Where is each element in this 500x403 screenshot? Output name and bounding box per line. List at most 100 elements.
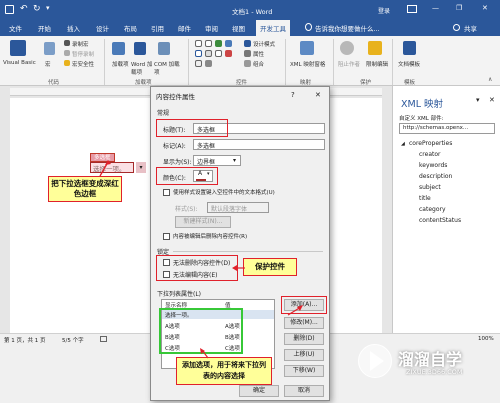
tab-insert[interactable]: 插入 <box>67 23 80 33</box>
watermark-brand: 溜溜自学 <box>398 350 463 369</box>
move-down-button[interactable]: 下移(W) <box>284 365 324 377</box>
combo-box-control-icon[interactable] <box>205 50 212 57</box>
tree-node[interactable]: subject <box>419 184 441 191</box>
word-addins-icon <box>134 42 146 55</box>
move-up-button[interactable]: 上移(U) <box>284 349 324 361</box>
group-separator <box>392 39 393 85</box>
dropdown-control-icon[interactable] <box>215 50 222 57</box>
tree-expand-icon[interactable]: ◢ <box>401 141 405 147</box>
modify-button[interactable]: 修改(M)... <box>284 317 324 329</box>
page-count[interactable]: 第 1 页，共 1 页 <box>4 336 46 344</box>
properties-button[interactable]: 属性 <box>253 50 264 58</box>
title-bar: ↶ ↻ ▾ 文档1 - Word 登录 — ❐ ✕ <box>0 0 500 20</box>
dialog-title: 内容控件属性 <box>156 93 195 101</box>
new-style-button[interactable]: 新建样式(N)... <box>175 216 231 228</box>
tree-node[interactable]: description <box>419 173 452 180</box>
section-list-heading: 下拉列表属性(L) <box>157 291 202 298</box>
sign-in-link[interactable]: 登录 <box>378 6 390 15</box>
tab-home[interactable]: 开始 <box>38 23 51 33</box>
tab-view[interactable]: 视图 <box>232 23 245 33</box>
properties-icon <box>244 50 251 57</box>
dialog-help-button[interactable]: ? <box>291 91 295 99</box>
visual-basic-button[interactable]: Visual Basic <box>3 60 36 66</box>
com-addins-button[interactable]: COM 加载项 <box>154 60 182 76</box>
word-addins-button[interactable]: Word 加载项 <box>131 60 153 76</box>
close-button[interactable]: ✕ <box>482 4 488 12</box>
ribbon-options-icon[interactable] <box>407 5 417 13</box>
tree-root[interactable]: coreProperties <box>409 140 452 147</box>
customize-qat-icon[interactable]: ▾ <box>46 4 50 12</box>
delete-button[interactable]: 删除(D) <box>284 333 324 345</box>
tree-node[interactable]: title <box>419 195 431 202</box>
word-count[interactable]: 5/5 个字 <box>62 336 84 344</box>
restrict-editing-button[interactable]: 限制编辑 <box>366 60 388 68</box>
group-separator <box>285 39 286 85</box>
dialog-close-button[interactable]: ✕ <box>315 91 321 99</box>
date-picker-icon[interactable] <box>225 50 232 57</box>
tab-design[interactable]: 设计 <box>96 23 109 33</box>
redo-icon[interactable]: ↻ <box>33 4 41 14</box>
annotation-arrow <box>232 265 245 271</box>
style-select[interactable]: 默认段落字体 <box>207 202 269 213</box>
warning-icon <box>64 60 70 66</box>
dropdown-arrow-icon[interactable]: ▾ <box>136 162 146 173</box>
tab-layout[interactable]: 布局 <box>124 23 137 33</box>
macros-button[interactable]: 宏 <box>45 60 51 68</box>
document-template-button[interactable]: 文档模板 <box>398 60 420 68</box>
undo-icon[interactable]: ↶ <box>20 4 28 14</box>
remove-when-edited-checkbox[interactable] <box>163 233 170 240</box>
annotation-red-border: 把下拉选框变成深红色边框 <box>48 176 122 202</box>
pause-macro-button[interactable]: 暂停录制 <box>72 50 94 58</box>
tag-input[interactable]: 多选框 <box>193 139 325 150</box>
content-control-properties-dialog: 内容控件属性 ? ✕ 常规 标题(T): 多选框 标记(A): 多选框 显示为(… <box>150 86 330 401</box>
macros-icon <box>44 42 55 55</box>
style-label: 样式(S): <box>175 206 198 213</box>
watermark-play-icon <box>370 351 384 371</box>
xml-pane-options-icon[interactable]: ▾ <box>476 96 480 104</box>
design-mode-button[interactable]: 设计模式 <box>253 40 275 48</box>
tab-file[interactable]: 文件 <box>9 23 22 33</box>
xml-pane-title: XML 映射 <box>401 99 444 110</box>
macro-security-button[interactable]: 宏安全性 <box>72 60 94 68</box>
tab-references[interactable]: 引用 <box>151 23 164 33</box>
cancel-button[interactable]: 取消 <box>284 385 324 397</box>
xml-mapping-pane: XML 映射 ▾ ✕ 自定义 XML 部件: http://schemas.op… <box>392 86 500 333</box>
custom-part-select[interactable]: http://schemas.openx... <box>399 123 495 134</box>
xml-pane-close-icon[interactable]: ✕ <box>489 96 495 104</box>
text-control-icon[interactable] <box>195 40 202 47</box>
group-button[interactable]: 组合 <box>253 60 264 68</box>
restrict-editing-icon <box>368 41 382 55</box>
record-macro-button[interactable]: 录制宏 <box>72 40 89 48</box>
addins-button[interactable]: 加载项 <box>112 60 129 68</box>
use-style-checkbox[interactable] <box>163 189 170 196</box>
checkbox-control-icon[interactable] <box>195 50 202 57</box>
tree-node[interactable]: creator <box>419 151 441 158</box>
xml-mapping-button[interactable]: XML 映射窗格 <box>290 60 325 68</box>
group-mapping-label: 映射 <box>300 80 312 86</box>
minimize-button[interactable]: — <box>432 4 439 12</box>
building-block-icon[interactable] <box>225 40 232 47</box>
plain-text-control-icon[interactable] <box>205 40 212 47</box>
visual-basic-icon <box>10 40 26 56</box>
repeating-section-icon[interactable] <box>195 60 202 67</box>
share-button[interactable]: 共享 <box>464 23 477 33</box>
collapse-ribbon-icon[interactable]: ∧ <box>488 76 492 83</box>
tree-node[interactable]: category <box>419 206 446 213</box>
block-authors-button[interactable]: 阻止作者 <box>338 60 360 68</box>
show-as-arrow-icon[interactable]: ▾ <box>233 157 236 164</box>
tree-node[interactable]: keywords <box>419 162 447 169</box>
group-code-label: 代码 <box>48 80 60 86</box>
tree-node[interactable]: contentStatus <box>419 217 461 224</box>
ok-button[interactable]: 确定 <box>239 385 279 397</box>
legacy-tools-icon[interactable] <box>205 60 212 67</box>
tab-developer[interactable]: 开发工具 <box>256 20 290 36</box>
restore-button[interactable]: ❐ <box>456 4 462 12</box>
picture-control-icon[interactable] <box>215 40 222 47</box>
zoom-level[interactable]: 100% <box>478 336 494 342</box>
save-icon[interactable] <box>5 5 14 14</box>
tab-review[interactable]: 审阅 <box>205 23 218 33</box>
proofing-icon[interactable] <box>100 336 107 342</box>
tell-me-box[interactable]: 告诉我你想要做什么... <box>315 23 380 33</box>
annotation-arrow <box>287 305 303 316</box>
tab-mailings[interactable]: 邮件 <box>178 23 191 33</box>
